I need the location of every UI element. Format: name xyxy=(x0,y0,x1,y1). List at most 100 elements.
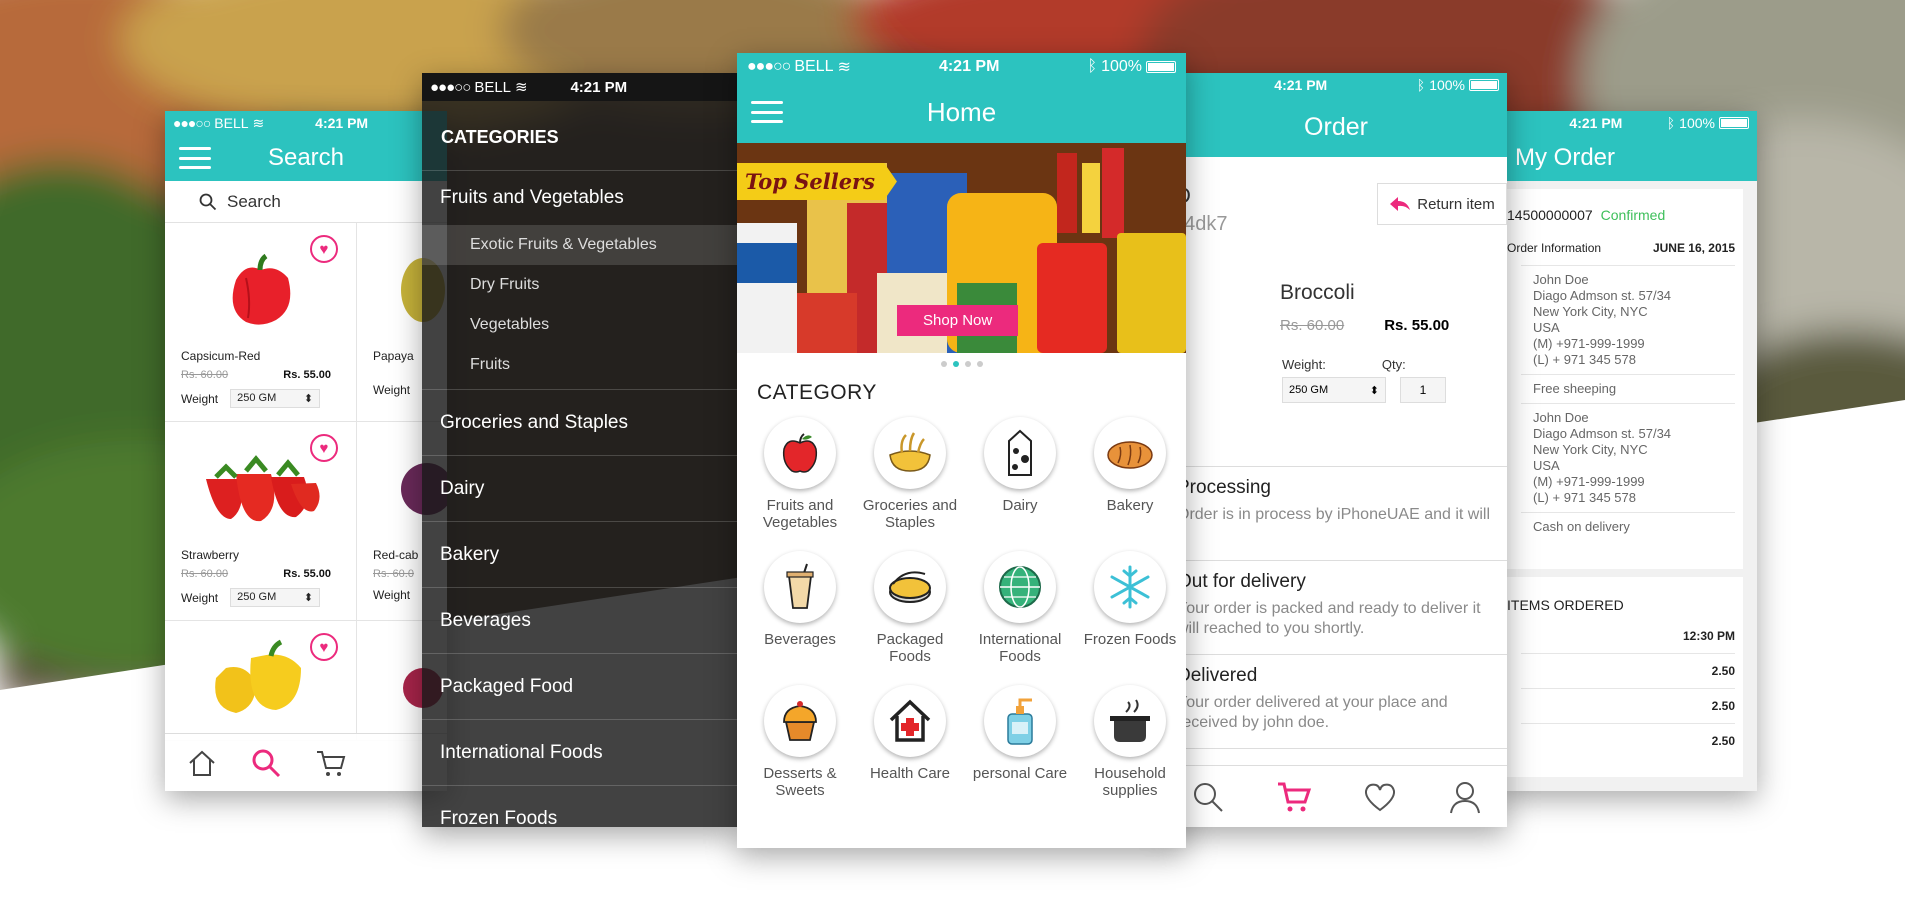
medical-house-icon xyxy=(889,699,931,742)
product-card[interactable]: ♥ Capsicum-Red Rs. 60.00 Rs. 55.00 Weight… xyxy=(165,223,357,422)
battery-icon xyxy=(1146,61,1176,73)
search-tab-icon[interactable] xyxy=(251,748,281,778)
qty-field[interactable]: 1 xyxy=(1400,377,1446,403)
category-beverages[interactable]: Beverages xyxy=(745,551,855,665)
search-input[interactable]: Search xyxy=(165,181,447,223)
status-bar: ●●●○○ BELL ≋ 4:21 PM xyxy=(422,73,738,101)
subcategory-item[interactable]: Vegetables xyxy=(422,305,738,345)
shipping-address: John Doe Diago Admson st. 57/34 New York… xyxy=(1533,272,1672,367)
home-icon[interactable] xyxy=(187,748,217,778)
grain-bowl-icon xyxy=(889,432,931,472)
shipping-method: Free sheeping xyxy=(1533,381,1617,396)
drawer-item[interactable]: Frozen Foods xyxy=(422,786,738,828)
globe-icon xyxy=(999,566,1041,608)
search-tab-icon[interactable] xyxy=(1191,780,1225,814)
carrier-label: BELL xyxy=(794,58,834,75)
top-sellers-ribbon: Top Sellers xyxy=(737,163,897,200)
category-desserts-sweets[interactable]: Desserts & Sweets xyxy=(745,685,855,799)
heart-icon[interactable]: ♥ xyxy=(310,235,338,263)
price: Rs. 55.00 xyxy=(283,568,331,580)
weight-label: Weight xyxy=(181,391,219,406)
milk-carton-icon xyxy=(1008,429,1032,476)
order-date: JUNE 16, 2015 xyxy=(1652,241,1735,255)
drawer-item[interactable]: Groceries and Staples xyxy=(422,390,738,456)
category-international-foods[interactable]: International Foods xyxy=(965,551,1075,665)
subcategory-item[interactable]: Dry Fruits xyxy=(422,265,738,305)
price: Rs. 55.00 xyxy=(1384,317,1450,334)
drawer-item[interactable]: Beverages xyxy=(422,588,738,654)
subcategory-item[interactable]: Exotic Fruits & Vegetables xyxy=(422,225,738,265)
category-title: CATEGORY xyxy=(757,381,877,404)
drawer-item[interactable]: Dairy xyxy=(422,456,738,522)
return-item-button[interactable]: Return item xyxy=(1377,183,1507,225)
items-heading: ITEMS ORDERED xyxy=(1507,597,1624,613)
heart-icon[interactable] xyxy=(1363,781,1397,813)
my-order-titlebar: My Order xyxy=(1497,135,1757,181)
category-dairy[interactable]: Dairy xyxy=(965,417,1075,531)
carrier-label: BELL xyxy=(214,115,249,131)
order-screen: ≋ 4:21 PM ᛒ100% Order D 24dk7 Return ite… xyxy=(1165,73,1507,827)
cart-icon[interactable] xyxy=(1276,780,1312,814)
page-title: Search xyxy=(267,144,345,171)
search-titlebar: Search xyxy=(165,135,447,181)
category-household-supplies[interactable]: Household supplies xyxy=(1075,685,1185,799)
item-row: 2.50 xyxy=(1711,664,1735,678)
wifi-icon: ≋ xyxy=(515,79,528,96)
carrier-label: BELL xyxy=(474,78,512,96)
tab-bar xyxy=(1165,765,1507,827)
menu-icon[interactable] xyxy=(179,147,211,169)
battery-icon xyxy=(1718,117,1749,129)
category-packaged-foods[interactable]: Packaged Foods xyxy=(855,551,965,665)
category-groceries-staples[interactable]: Groceries and Staples xyxy=(855,417,965,531)
menu-icon[interactable] xyxy=(751,101,783,123)
stepper-icon: ⬍ xyxy=(303,592,314,604)
page-title: My Order xyxy=(1515,144,1616,171)
weight-label: Weight: xyxy=(1282,357,1326,372)
order-time: 12:30 PM xyxy=(1682,629,1735,643)
heart-icon[interactable]: ♥ xyxy=(310,633,338,661)
signal-icon: ●●●○○ xyxy=(173,115,211,131)
category-personal-care[interactable]: personal Care xyxy=(965,685,1075,799)
category-health-care[interactable]: Health Care xyxy=(855,685,965,799)
bluetooth-icon: ᛒ xyxy=(1416,77,1426,93)
status-bar: 4:21 PM ᛒ 100% xyxy=(1497,111,1757,135)
search-screen: ●●●○○ BELL ≋ 4:21 PM Search Search ♥ Capsi… xyxy=(165,111,447,791)
qty-label: Qty: xyxy=(1381,357,1406,372)
weight-select[interactable]: 250 GM ⬍ xyxy=(1282,377,1386,403)
shop-now-button[interactable]: Shop Now xyxy=(897,305,1019,336)
category-frozen-foods[interactable]: Frozen Foods xyxy=(1075,551,1185,665)
soap-bottle-icon xyxy=(1007,698,1033,745)
old-price: Rs. 60.00 xyxy=(181,369,229,381)
product-card[interactable]: ♥ Strawberry Rs. 60.00 Rs. 55.00 Weight 25… xyxy=(165,422,357,621)
old-price: Rs. 60.00 xyxy=(1280,317,1345,334)
profile-icon[interactable] xyxy=(1448,780,1482,814)
drawer-item[interactable]: International Foods xyxy=(422,720,738,786)
snowflake-icon xyxy=(1110,565,1150,609)
weight-label: Weight xyxy=(181,590,219,605)
promo-banner[interactable]: Top Sellers Shop Now xyxy=(737,143,1186,353)
heart-icon[interactable]: ♥ xyxy=(310,434,338,462)
product-name: Capsicum-Red xyxy=(181,349,261,363)
page-title: Order xyxy=(1304,112,1368,141)
drawer-item-fruits-vegetables[interactable]: Fruits and Vegetables xyxy=(422,171,738,225)
weight-select[interactable]: 250 GM ⬍ xyxy=(230,389,321,408)
cart-icon[interactable] xyxy=(315,748,347,778)
drawer-item[interactable]: Packaged Food xyxy=(422,654,738,720)
status-time: 4:21 PM xyxy=(1274,77,1328,93)
wifi-icon: ≋ xyxy=(837,59,851,76)
tracking-step: Out for delivery Your order is packed and… xyxy=(1165,561,1507,655)
drawer-item[interactable]: Bakery xyxy=(422,522,738,588)
battery-icon xyxy=(1469,79,1499,91)
category-fruits-vegetables[interactable]: Fruits and Vegetables xyxy=(745,417,855,531)
signal-icon: ●●●○○ xyxy=(430,78,471,96)
banner-pager[interactable] xyxy=(737,361,1186,367)
category-bakery[interactable]: Bakery xyxy=(1075,417,1185,531)
bluetooth-icon: ᛒ xyxy=(1087,58,1098,75)
tab-bar xyxy=(165,733,447,791)
order-number: 14500000007 xyxy=(1507,207,1593,223)
product-card[interactable]: ♥ xyxy=(165,621,357,741)
subcategory-item[interactable]: Fruits xyxy=(422,345,738,385)
battery-level: 100% xyxy=(1679,115,1715,131)
items-ordered-card: ITEMS ORDERED 12:30 PM 2.50 2.50 2.50 xyxy=(1497,577,1743,777)
weight-select[interactable]: 250 GM ⬍ xyxy=(230,588,321,607)
